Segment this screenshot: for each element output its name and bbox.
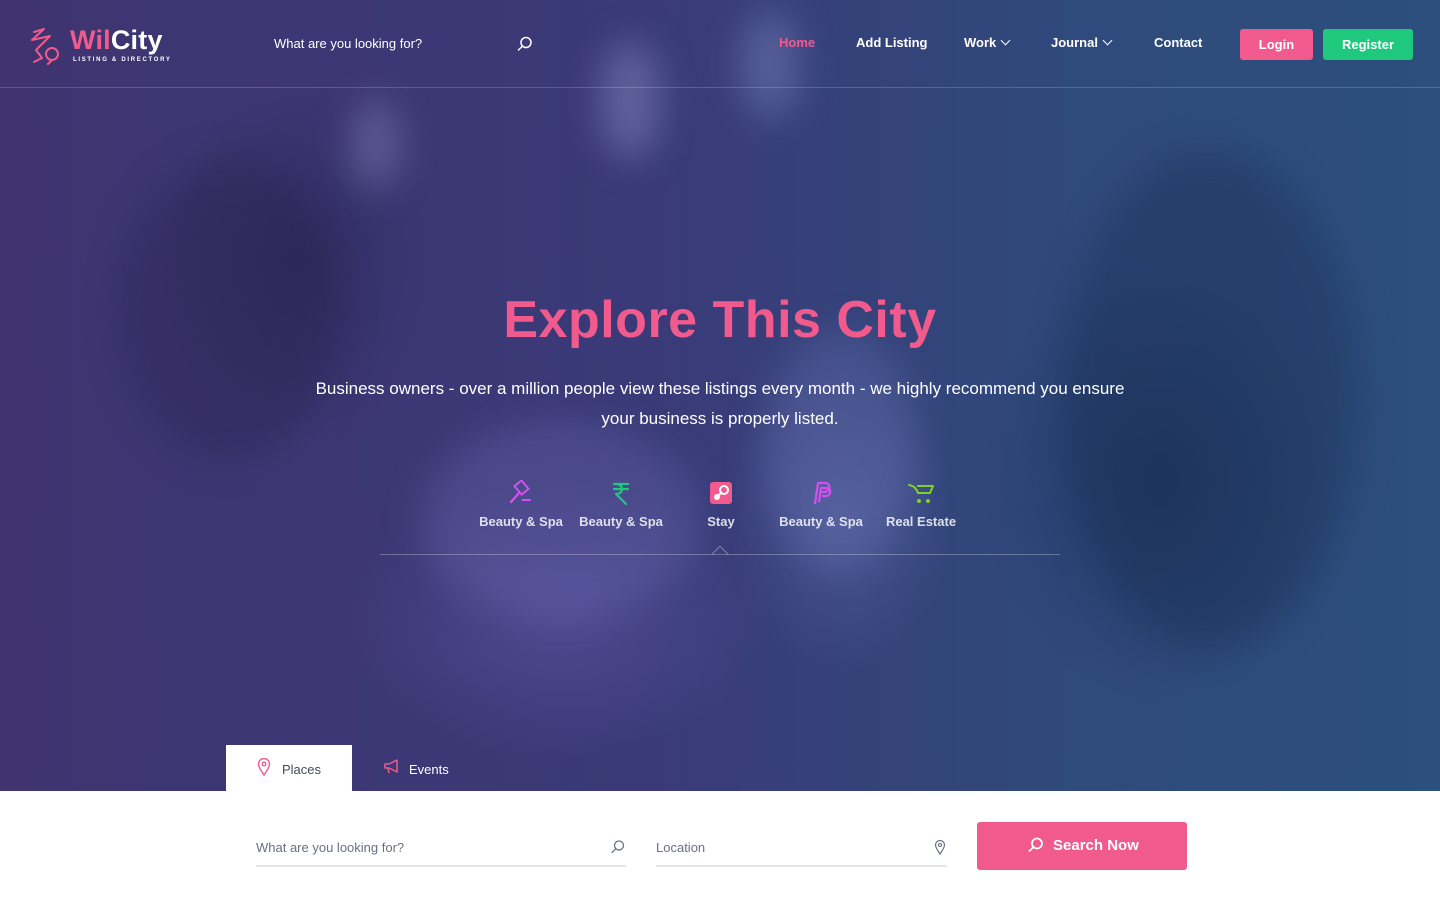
login-button[interactable]: Login <box>1240 29 1313 60</box>
paypal-icon <box>813 481 832 505</box>
nav-work-label: Work <box>964 35 997 50</box>
category-label: Beauty & Spa <box>779 514 863 529</box>
tab-places-label: Places <box>282 762 322 777</box>
nav-contact-label: Contact <box>1154 35 1203 50</box>
chevron-down-icon <box>1000 35 1011 46</box>
tab-places[interactable]: Places <box>226 745 352 791</box>
tab-events[interactable]: Events <box>380 755 480 785</box>
nav-add-listing-label: Add Listing <box>856 35 928 50</box>
location-field[interactable]: Location <box>656 835 947 867</box>
category-item[interactable]: Beauty & Spa <box>471 480 571 529</box>
search-now-button[interactable]: Search Now <box>977 822 1187 870</box>
nav-home[interactable]: Home <box>779 35 815 50</box>
category-item[interactable]: Beauty & Spa <box>571 480 671 529</box>
background-blob <box>350 100 400 190</box>
keyword-input[interactable]: What are you looking for? <box>256 840 404 855</box>
rupee-icon <box>612 482 630 506</box>
hero-section: WilCity LISTING & DIRECTORY What are you… <box>0 0 1440 791</box>
category-item[interactable]: Stay <box>671 480 771 529</box>
map-pin-icon <box>934 839 946 855</box>
site-header: WilCity LISTING & DIRECTORY What are you… <box>0 0 1440 88</box>
search-icon <box>1028 837 1043 852</box>
keyword-field[interactable]: What are you looking for? <box>256 835 626 867</box>
logo-wordmark: WilCity <box>70 24 163 56</box>
nav-add-listing[interactable]: Add Listing <box>856 35 928 50</box>
gavel-icon <box>509 480 531 504</box>
header-search-input[interactable]: What are you looking for? <box>274 36 422 51</box>
header-search[interactable]: What are you looking for? <box>274 34 536 54</box>
logo-mark-icon <box>31 28 59 65</box>
nav-journal-label: Journal <box>1051 35 1098 50</box>
cart-icon <box>908 484 934 503</box>
search-icon[interactable] <box>516 35 534 53</box>
logo-name-part1: Wil <box>70 25 111 55</box>
nav-work[interactable]: Work <box>964 35 1011 50</box>
hero-subtitle: Business owners - over a million people … <box>315 379 1125 428</box>
nav-journal[interactable]: Journal <box>1051 35 1113 50</box>
search-now-label: Search Now <box>1053 837 1139 854</box>
category-item[interactable]: Beauty & Spa <box>771 480 871 529</box>
hero-title: Explore This City <box>503 291 937 349</box>
location-input[interactable]: Location <box>656 840 705 855</box>
logo-tagline: LISTING & DIRECTORY <box>73 57 172 63</box>
category-label: Beauty & Spa <box>479 514 563 529</box>
chevron-down-icon <box>1102 35 1113 46</box>
register-button[interactable]: Register <box>1323 29 1413 60</box>
search-icon <box>611 840 625 854</box>
site-logo[interactable]: WilCity LISTING & DIRECTORY <box>28 24 178 68</box>
category-selected-caret <box>711 545 729 563</box>
logo-name-part2: City <box>110 25 163 55</box>
category-label: Beauty & Spa <box>579 514 663 529</box>
nav-contact[interactable]: Contact <box>1154 35 1202 50</box>
category-label: Real Estate <box>885 514 957 529</box>
background-blob <box>760 330 920 570</box>
steam-icon <box>710 482 732 504</box>
tab-events-label: Events <box>409 762 449 777</box>
map-pin-icon <box>257 758 271 776</box>
category-label: Stay <box>707 514 735 529</box>
category-item[interactable]: Real Estate <box>871 480 971 529</box>
nav-home-label: Home <box>779 35 816 50</box>
megaphone-icon <box>384 759 398 774</box>
